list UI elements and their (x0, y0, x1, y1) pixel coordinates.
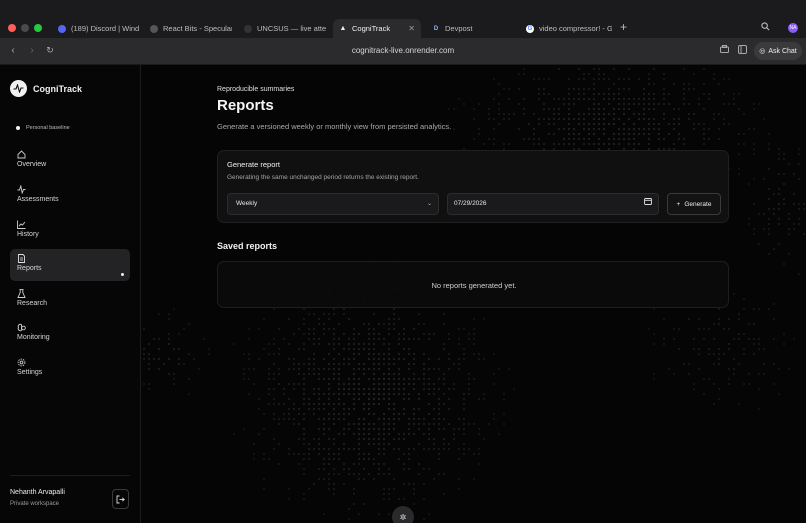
user-name: Nehanth Arvapalli (10, 489, 65, 496)
activity-icon (17, 184, 26, 195)
baseline-status: Personal baseline (16, 125, 70, 131)
date-input[interactable]: 07/29/2026 (447, 193, 659, 215)
app-viewport: CogniTrack Personal baseline Overview As… (0, 65, 806, 523)
gear-icon: ✲ (399, 512, 407, 522)
cognitrack-icon: ▲ (339, 25, 347, 32)
sidebar-item-label: Assessments (17, 196, 59, 203)
card-title: Generate report (227, 160, 280, 169)
period-select[interactable]: Weekly ⌄ (227, 193, 439, 215)
generate-label: Generate (684, 200, 712, 208)
google-icon: G (526, 24, 534, 33)
workspace-label: Private workspace (10, 501, 60, 507)
calendar-icon[interactable] (644, 194, 652, 214)
extension-icon[interactable] (720, 45, 729, 55)
plus-icon: + (676, 200, 681, 208)
close-tab-icon[interactable]: ✕ (408, 24, 415, 33)
sidebar-toggle-icon[interactable] (738, 45, 747, 56)
discord-icon (58, 24, 66, 33)
active-indicator (121, 273, 124, 276)
close-window-button[interactable] (8, 24, 16, 32)
devpost-icon: D (433, 25, 439, 32)
uncsus-icon (244, 24, 252, 33)
tab-label: React Bits - Specular I (163, 24, 232, 33)
browser-tab-devpost[interactable]: D Devpost (426, 19, 514, 38)
tab-label: UNCSUS — live attend (257, 24, 326, 33)
search-tabs-icon[interactable] (761, 22, 770, 33)
chevron-down-icon: ⌄ (426, 201, 432, 207)
profile-avatar[interactable]: NA (788, 23, 798, 33)
sidebar: CogniTrack Personal baseline Overview As… (0, 65, 141, 523)
forward-icon[interactable]: › (26, 45, 38, 56)
sidebar-item-label: Monitoring (17, 334, 50, 341)
browser-tab-cognitrack[interactable]: ▲ CogniTrack ✕ (333, 19, 421, 38)
browser-tab-strip: (189) Discord | Wind F React Bits - Spec… (0, 0, 806, 38)
sidebar-item-overview[interactable]: Overview (10, 145, 130, 177)
browser-toolbar: ‹ › ↻ cognitrack-live.onrender.com ◎ Ask… (0, 38, 806, 65)
sidebar-item-reports[interactable]: Reports (10, 249, 130, 281)
tab-label: (189) Discord | Wind F (71, 24, 140, 33)
sidebar-item-label: Overview (17, 161, 47, 168)
chat-icon: ◎ (759, 48, 766, 55)
generate-report-card: Generate report Generating the same unch… (217, 150, 729, 223)
logout-icon (116, 495, 125, 503)
react-bits-icon (150, 24, 158, 33)
new-tab-icon[interactable]: + (620, 20, 632, 36)
page-title: Reports (217, 97, 274, 114)
browser-tab-discord[interactable]: (189) Discord | Wind F (52, 19, 140, 38)
logout-button[interactable] (112, 489, 129, 509)
sidebar-divider (10, 475, 130, 476)
ask-chat-button[interactable]: ◎ Ask Chat (754, 42, 802, 60)
pulse-logo-icon (10, 80, 27, 97)
page-subtitle: Generate a versioned weekly or monthly v… (217, 122, 452, 131)
sidebar-item-assessments[interactable]: Assessments (10, 180, 130, 212)
brand-name: CogniTrack (33, 83, 83, 94)
status-dot-icon (16, 126, 20, 130)
sidebar-item-label: Reports (17, 265, 42, 272)
page-eyebrow: Reproducible summaries (217, 86, 295, 93)
tab-label: CogniTrack (352, 24, 391, 33)
sidebar-item-label: Research (17, 300, 47, 307)
generate-button[interactable]: + Generate (667, 193, 721, 215)
flask-icon (17, 289, 26, 298)
brain-icon (17, 323, 26, 332)
baseline-label: Personal baseline (26, 125, 70, 131)
sidebar-item-monitoring[interactable]: Monitoring (10, 318, 130, 350)
ask-chat-label: Ask Chat (768, 47, 797, 55)
chart-icon (17, 220, 26, 229)
tab-label: video compressor! - G (539, 24, 612, 33)
back-icon[interactable]: ‹ (7, 45, 19, 56)
empty-state-text: No reports generated yet. (431, 281, 517, 290)
floating-settings-button[interactable]: ✲ (392, 506, 414, 523)
document-icon (17, 254, 26, 263)
saved-reports-heading: Saved reports (217, 241, 278, 251)
maximize-window-button[interactable] (34, 24, 42, 32)
address-bar[interactable]: cognitrack-live.onrender.com (300, 43, 506, 59)
brand[interactable]: CogniTrack (10, 80, 82, 97)
browser-tab-video-compressor[interactable]: G video compressor! - G (520, 19, 612, 38)
date-value: 07/29/2026 (454, 200, 487, 207)
sidebar-item-history[interactable]: History (10, 215, 130, 247)
saved-reports-list: No reports generated yet. (217, 261, 729, 308)
sidebar-item-label: History (17, 231, 39, 238)
home-icon (17, 150, 26, 159)
tab-label: Devpost (445, 24, 473, 33)
browser-tab-uncsus[interactable]: UNCSUS — live attend (238, 19, 326, 38)
card-description: Generating the same unchanged period ret… (227, 174, 419, 181)
period-value: Weekly (236, 200, 258, 207)
sidebar-item-label: Settings (17, 369, 43, 376)
sidebar-item-research[interactable]: Research (10, 284, 130, 316)
reload-icon[interactable]: ↻ (44, 45, 56, 56)
gear-icon (17, 358, 26, 367)
browser-tab-react-bits[interactable]: React Bits - Specular I (144, 19, 232, 38)
minimize-window-button[interactable] (21, 24, 29, 32)
sidebar-item-settings[interactable]: Settings (10, 353, 130, 385)
